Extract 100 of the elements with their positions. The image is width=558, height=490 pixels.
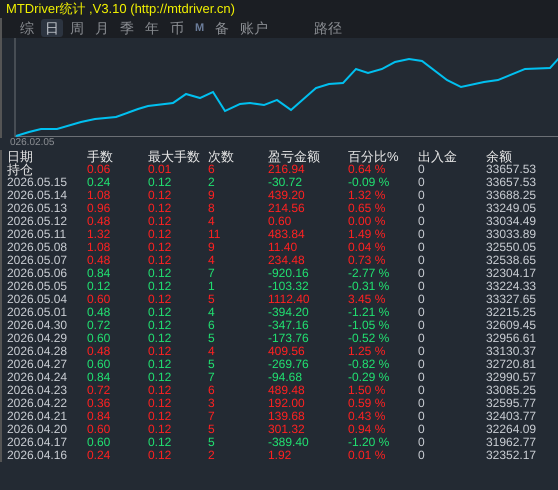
tab[interactable]: 周: [66, 19, 88, 37]
window-title: MTDriver统计 ,V3.10 (http://mtdriver.cn): [0, 0, 558, 18]
table-cell-text: 0: [417, 345, 426, 358]
table-cell-text: 0.00 %: [347, 215, 386, 228]
table-cell-text: 33130.37: [485, 345, 536, 358]
table-cell-text: 0.12: [147, 436, 172, 449]
table-cell-text: 0.60: [86, 332, 112, 345]
table-cell-text: 33657.53: [485, 163, 536, 176]
column-header: 次数: [207, 150, 235, 163]
table-cell-text: 0.12: [86, 280, 112, 293]
tab[interactable]: 季: [116, 19, 138, 37]
table-cell-text: 32215.25: [485, 306, 536, 319]
table-cell-text: -2.77 %: [347, 267, 390, 280]
table-cell-text: 0.12: [147, 423, 172, 436]
tab[interactable]: 年: [141, 19, 163, 37]
table-cell-text: 9: [207, 189, 216, 202]
table-cell: 2026.04.20: [1, 423, 82, 436]
table-cell-text: 0.48: [86, 306, 112, 319]
table-cell-text: -0.52 %: [347, 332, 390, 345]
table-cell-text: 0.72: [86, 384, 112, 397]
table-cell-text: 32609.45: [485, 319, 536, 332]
table-cell-text: 1.50 %: [347, 384, 386, 397]
table-cell-text: 33249.05: [485, 202, 536, 215]
table-cell: 0.01: [143, 163, 203, 176]
table-cell-text: 0: [417, 319, 426, 332]
table-cell: 2026.05.12: [1, 215, 82, 228]
table-cell-text: 32352.17: [485, 449, 536, 462]
table-cell-text: 33085.25: [485, 384, 536, 397]
table-cell-text: -0.09 %: [347, 176, 390, 189]
tab[interactable]: 月: [91, 19, 113, 37]
table-cell-text: 5: [207, 436, 216, 449]
table-cell-text: 0.12: [147, 332, 172, 345]
table-cell-text: 32595.77: [485, 397, 536, 410]
table-cell-text: 0.12: [147, 254, 172, 267]
tab[interactable]: 账户: [236, 19, 272, 37]
table-cell-text: 4: [207, 215, 216, 228]
table-cell-text: 0: [417, 280, 426, 293]
table-cell-text: 0.12: [147, 358, 172, 371]
table-cell: 216.94: [263, 163, 343, 176]
table-cell-text: 9: [207, 241, 216, 254]
table-cell-text: 0.64 %: [347, 163, 386, 176]
table-cell-text: 1.08: [86, 241, 112, 254]
tab[interactable]: 币: [166, 19, 188, 37]
table-cell-text: 32538.65: [485, 254, 536, 267]
table-cell-text: 0: [417, 176, 426, 189]
table-cell-text: 2: [207, 176, 216, 189]
path-tab[interactable]: 路径: [310, 19, 346, 37]
table-cell-text: 0.48: [86, 215, 112, 228]
table-cell-text: 33657.53: [485, 176, 536, 189]
table-cell-text: 0.12: [147, 306, 172, 319]
table-cell: 2026.05.06: [1, 267, 82, 280]
table-cell-text: 7: [207, 410, 216, 423]
table-cell-text: -103.32: [267, 280, 310, 293]
table-cell-text: 0: [417, 449, 426, 462]
table-cell-text: 1.49 %: [347, 228, 386, 241]
table-cell-text: 0: [417, 267, 426, 280]
table-cell-text: 32304.17: [485, 267, 536, 280]
table-cell-text: 0.24: [86, 176, 112, 189]
table-cell-text: 1.32 %: [347, 189, 386, 202]
table-cell-text: -1.20 %: [347, 436, 390, 449]
table-cell-text: 0.94 %: [347, 423, 386, 436]
table-cell-text: 3.45 %: [347, 293, 386, 306]
table-cell-text: 1: [207, 280, 216, 293]
table-cell-text: 0.24: [86, 449, 112, 462]
table-cell: 2026.05.04: [1, 293, 82, 306]
table-cell: 2026.04.22: [1, 397, 82, 410]
table-cell: 2026.05.15: [1, 176, 82, 189]
table-cell-text: 6: [207, 319, 216, 332]
table-cell-text: -0.29 %: [347, 371, 390, 384]
table-cell-text: 0.59 %: [347, 397, 386, 410]
table-cell-text: -1.21 %: [347, 306, 390, 319]
table-cell-text: 0.12: [147, 267, 172, 280]
column-header: 手数: [86, 150, 114, 163]
table-cell: 2026.04.23: [1, 384, 82, 397]
table-cell-text: 7: [207, 267, 216, 280]
table-cell-text: -347.16: [267, 319, 310, 332]
table-cell-text: -389.40: [267, 436, 310, 449]
table-cell-text: 0.12: [147, 319, 172, 332]
table-cell-text: 0: [417, 436, 426, 449]
tab[interactable]: M: [191, 19, 208, 37]
table-cell-text: 33327.65: [485, 293, 536, 306]
table-cell-text: 2: [207, 449, 216, 462]
table-cell-text: 5: [207, 358, 216, 371]
tab[interactable]: 日: [41, 19, 63, 37]
table-cell-text: 11.40: [267, 241, 298, 254]
table-cell-text: 409.56: [267, 345, 306, 358]
table-cell-text: 0: [417, 384, 426, 397]
table-cell-text: 0.60: [267, 215, 292, 228]
table-cell-text: 0.65 %: [347, 202, 386, 215]
table-cell-text: 0: [417, 202, 426, 215]
tab[interactable]: 综: [16, 19, 38, 37]
table-cell-text: 0.12: [147, 410, 172, 423]
table-cell: 2026.04.16: [1, 449, 82, 462]
table-cell: 2026.04.17: [1, 436, 82, 449]
table-cell: 2026.05.13: [1, 202, 82, 215]
table-cell-text: 32264.09: [485, 423, 536, 436]
table-cell-text: -0.82 %: [347, 358, 390, 371]
tab[interactable]: 备: [211, 19, 234, 37]
table-cell: 6: [203, 163, 263, 176]
table-cell-text: 0: [417, 293, 426, 306]
